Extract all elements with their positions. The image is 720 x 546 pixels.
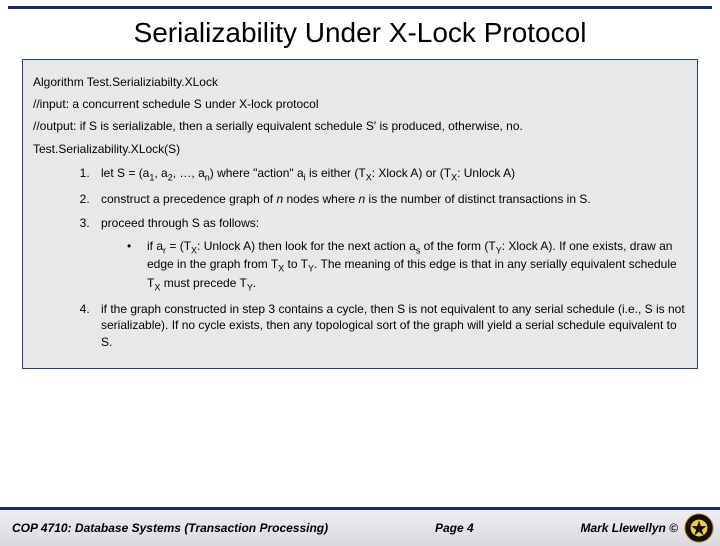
- sub-text: : Unlock A) then look for the next actio…: [197, 239, 416, 253]
- step-2-text: is the number of distinct transactions i…: [365, 192, 590, 206]
- page-title: Serializability Under X-Lock Protocol: [0, 17, 720, 49]
- step-1-text: : Unlock A): [457, 166, 515, 180]
- output-suffix: is produced, otherwise, no.: [376, 119, 523, 133]
- step-1: let S = (a1, a2, …, an) where "action" a…: [93, 165, 687, 184]
- step-1-text: is either (T: [306, 166, 366, 180]
- algorithm-call: Test.Serializability.XLock(S): [33, 141, 687, 157]
- step-3-text: proceed through S as follows:: [101, 216, 259, 230]
- sub-text: of the form (T: [420, 239, 495, 253]
- step-2-text: nodes where: [283, 192, 358, 206]
- step-1-text: let S = (a: [101, 166, 149, 180]
- footer: COP 4710: Database Systems (Transaction …: [0, 507, 720, 546]
- footer-page: Page 4: [328, 521, 580, 535]
- step-4: if the graph constructed in step 3 conta…: [93, 301, 687, 350]
- algorithm-steps: let S = (a1, a2, …, an) where "action" a…: [93, 165, 687, 350]
- step-3-subitem: if ar = (TX: Unlock A) then look for the…: [121, 238, 687, 294]
- step-3-sublist: if ar = (TX: Unlock A) then look for the…: [121, 238, 687, 294]
- footer-author: Mark Llewellyn ©: [580, 521, 684, 535]
- algorithm-name: Algorithm Test.Serializiabilty.XLock: [33, 74, 687, 90]
- step-2: construct a precedence graph of n nodes …: [93, 191, 687, 207]
- step-2-text: construct a precedence graph of: [101, 192, 276, 206]
- output-prefix: //output: if S is serializable, then a s…: [33, 119, 374, 133]
- sub-text: if a: [147, 239, 163, 253]
- sub-text: to T: [284, 257, 308, 271]
- top-rule: [8, 6, 712, 9]
- algorithm-box: Algorithm Test.Serializiabilty.XLock //i…: [22, 59, 698, 369]
- ucf-logo-icon: [684, 513, 714, 543]
- algorithm-output: //output: if S is serializable, then a s…: [33, 118, 687, 134]
- step-1-text: ) where "action" a: [210, 166, 304, 180]
- sub-text: = (T: [166, 239, 191, 253]
- footer-course: COP 4710: Database Systems (Transaction …: [0, 521, 328, 535]
- step-1-text: , …, a: [173, 166, 205, 180]
- step-1-text: , a: [154, 166, 167, 180]
- step-1-text: : Xlock A) or (T: [372, 166, 451, 180]
- step-3: proceed through S as follows: if ar = (T…: [93, 215, 687, 293]
- algorithm-input: //input: a concurrent schedule S under X…: [33, 96, 687, 112]
- sub-text: must precede T: [160, 276, 246, 290]
- sub-text: .: [253, 276, 256, 290]
